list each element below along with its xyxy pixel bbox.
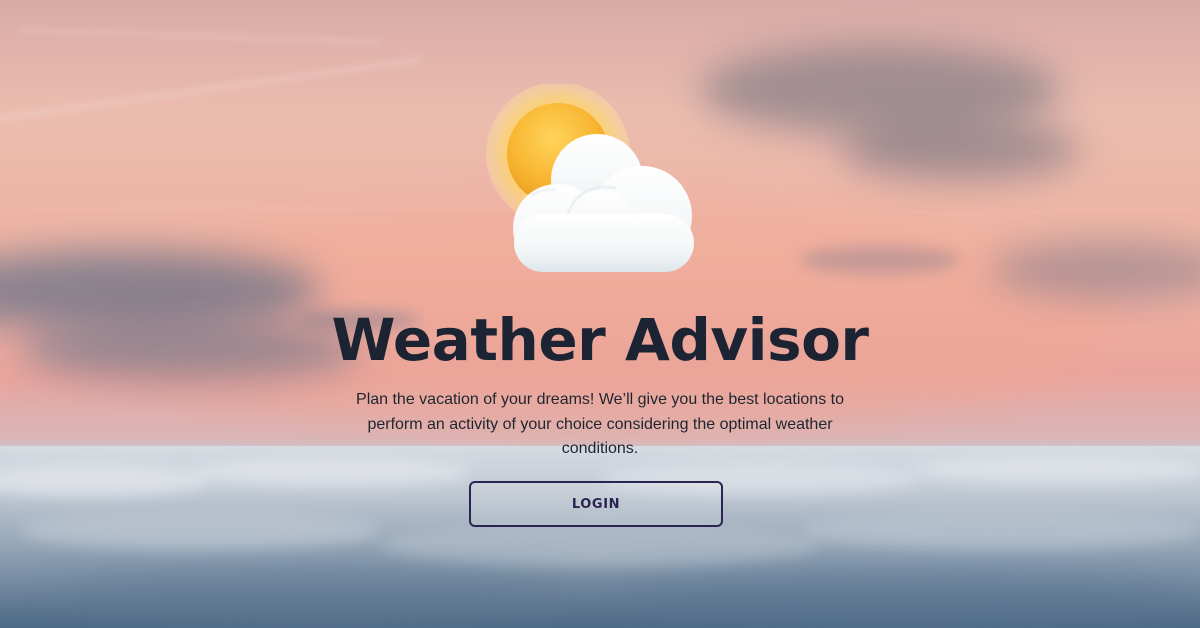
app-title: Weather Advisor: [331, 306, 869, 374]
login-button[interactable]: LOGIN: [469, 481, 723, 527]
app-tagline: Plan the vacation of your dreams! We’ll …: [356, 391, 844, 457]
hero-section: Weather Advisor Plan the vacation of you…: [0, 0, 1200, 628]
sun-behind-cloud-icon: [486, 84, 694, 272]
